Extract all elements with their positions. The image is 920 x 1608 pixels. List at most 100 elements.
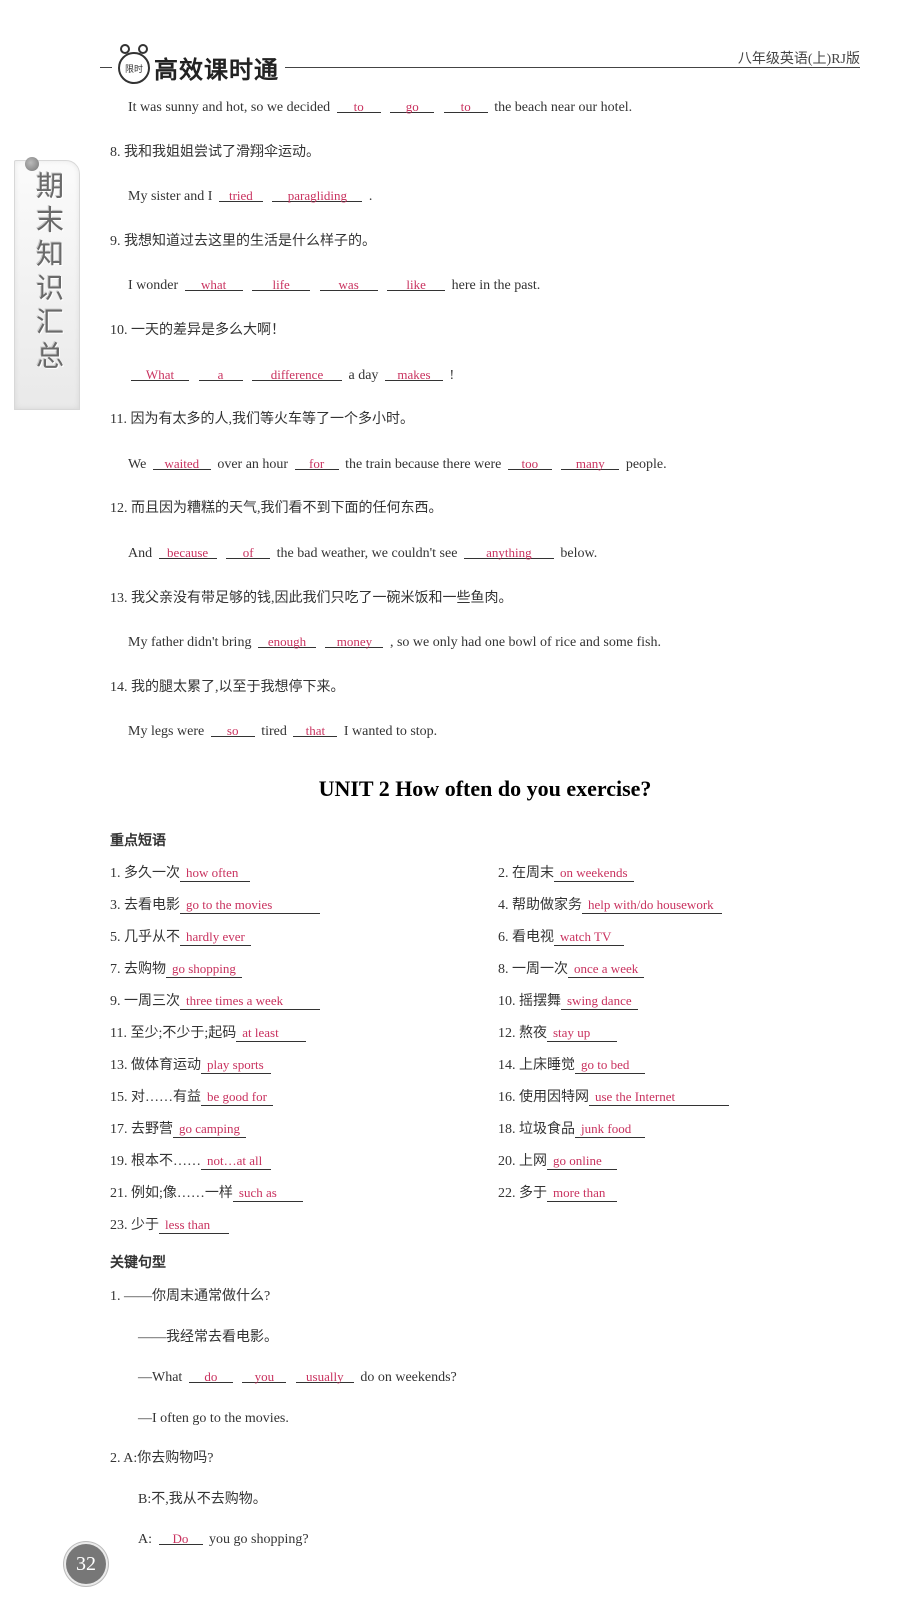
phrase-item: 8. 一周一次once a week (498, 958, 860, 978)
phrase-item: 12. 熬夜stay up (498, 1022, 860, 1042)
en-before: My sister and I (128, 189, 212, 204)
side-tab: 期末知识汇总 (14, 160, 80, 410)
en-after: do on weekends? (360, 1370, 456, 1385)
en-before: We (128, 457, 146, 472)
phrase-item: 18. 垃圾食品junk food (498, 1118, 860, 1138)
item-11-en: We waited over an hour for the train bec… (110, 452, 860, 479)
phrase-item: 2. 在周末on weekends (498, 862, 860, 882)
phrase-num: 6. (498, 930, 512, 945)
en-before: And (128, 546, 152, 561)
phrase-zh: 根本不…… (131, 1154, 201, 1169)
section-sentences-label: 关键句型 (110, 1252, 860, 1272)
phrase-answer: be good for (201, 1089, 273, 1106)
phrase-item: 3. 去看电影go to the movies (110, 894, 472, 914)
phrase-num: 4. (498, 898, 512, 913)
blank: life (252, 273, 310, 291)
en-after: ! (449, 368, 454, 383)
phrase-answer: go online (547, 1153, 617, 1170)
item-12-en: And because of the bad weather, we could… (110, 541, 860, 568)
phrase-num: 22. (498, 1186, 519, 1201)
item-zh: 我的腿太累了,以至于我想停下来。 (131, 680, 345, 695)
phrase-item: 20. 上网go online (498, 1150, 860, 1170)
phrase-zh: 使用因特网 (519, 1090, 589, 1105)
phrase-item: 11. 至少;不少于;起码at least (110, 1022, 472, 1042)
item-12-zh: 12. 而且因为糟糕的天气,我们看不到下面的任何东西。 (110, 496, 860, 523)
phrase-num: 14. (498, 1058, 519, 1073)
side-tab-text: 期末知识汇总 (27, 171, 67, 375)
unit-title: UNIT 2 How often do you exercise? (110, 776, 860, 802)
item-9-zh: 9. 我想知道过去这里的生活是什么样子的。 (110, 229, 860, 256)
phrase-answer: at least (236, 1025, 306, 1042)
en-before: I wonder (128, 278, 178, 293)
zh-q: ——你周末通常做什么? (124, 1289, 270, 1304)
en-after: here in the past. (452, 278, 541, 293)
phrase-num: 7. (110, 962, 124, 977)
phrase-num: 5. (110, 930, 124, 945)
phrase-item: 1. 多久一次how often (110, 862, 472, 882)
blank: What (131, 363, 189, 381)
phrase-num: 23. (110, 1218, 131, 1233)
phrase-item: 19. 根本不……not…at all (110, 1150, 472, 1170)
en-after: below. (560, 546, 597, 561)
en-before: —What (138, 1370, 182, 1385)
blank: paragliding (272, 184, 362, 202)
phrase-num: 8. (498, 962, 512, 977)
blank: because (159, 541, 217, 559)
phrase-zh: 垃圾食品 (519, 1122, 575, 1137)
phrase-zh: 在周末 (512, 866, 554, 881)
zh-a-line: A:你去购物吗? (123, 1451, 213, 1466)
clock-icon: 限时 (118, 52, 150, 84)
page-number: 32 (66, 1544, 106, 1584)
blank: tried (219, 184, 263, 202)
phrase-answer: go to the movies (180, 897, 320, 914)
phrase-num: 13. (110, 1058, 131, 1073)
phrase-answer: hardly ever (180, 929, 251, 946)
blank: go (390, 95, 434, 113)
section-phrases-label: 重点短语 (110, 830, 860, 850)
blank: waited (153, 452, 211, 470)
phrases-grid: 1. 多久一次how often 2. 在周末on weekends 3. 去看电影… (110, 862, 860, 1234)
phrase-answer: such as (233, 1185, 303, 1202)
phrase-answer: stay up (547, 1025, 617, 1042)
blank: anything (464, 541, 554, 559)
phrase-num: 16. (498, 1090, 519, 1105)
blank: like (387, 273, 445, 291)
item-11-zh: 11. 因为有太多的人,我们等火车等了一个多小时。 (110, 407, 860, 434)
blank: too (508, 452, 552, 470)
blank: you (242, 1365, 286, 1383)
phrase-item: 15. 对……有益be good for (110, 1086, 472, 1106)
phrase-zh: 摇摆舞 (519, 994, 561, 1009)
header-right-label: 八年级英语(上)RJ版 (738, 48, 860, 68)
sentences-block: 1. ——你周末通常做什么? ——我经常去看电影。 —What do you u… (110, 1284, 860, 1554)
item-zh: 而且因为糟糕的天气,我们看不到下面的任何东西。 (131, 501, 443, 516)
phrase-answer: swing dance (561, 993, 638, 1010)
phrase-num: 17. (110, 1122, 131, 1137)
en-before: My father didn't bring (128, 635, 251, 650)
phrase-num: 9. (110, 994, 124, 1009)
q1-zh-q: 1. ——你周末通常做什么? (110, 1284, 860, 1311)
phrase-item: 7. 去购物go shopping (110, 958, 472, 978)
item-num: 2 (110, 1451, 117, 1466)
phrase-answer: junk food (575, 1121, 645, 1138)
q2-zh-a: 2. A:你去购物吗? (110, 1446, 860, 1473)
phrase-item: 4. 帮助做家务help with/do housework (498, 894, 860, 914)
brand-logo: 限时 高效课时通 (112, 50, 285, 85)
phrase-item: 17. 去野营go camping (110, 1118, 472, 1138)
phrase-item: 5. 几乎从不hardly ever (110, 926, 472, 946)
phrase-item: 22. 多于more than (498, 1182, 860, 1202)
item-9-en: I wonder what life was like here in the … (110, 273, 860, 300)
blank: many (561, 452, 619, 470)
item-num: 1 (110, 1289, 117, 1304)
content: It was sunny and hot, so we decided to g… (100, 95, 860, 1554)
phrase-num: 19. (110, 1154, 131, 1169)
blank: difference (252, 363, 342, 381)
phrase-answer: not…at all (201, 1153, 271, 1170)
phrase-num: 18. (498, 1122, 519, 1137)
item-13-en: My father didn't bring enough money , so… (110, 630, 860, 657)
phrase-answer: how often (180, 865, 250, 882)
phrase-answer: less than (159, 1217, 229, 1234)
en-mid: tired (261, 724, 287, 739)
q1-en-q: —What do you usually do on weekends? (110, 1365, 860, 1392)
en-after: I wanted to stop. (344, 724, 437, 739)
blank: a (199, 363, 243, 381)
